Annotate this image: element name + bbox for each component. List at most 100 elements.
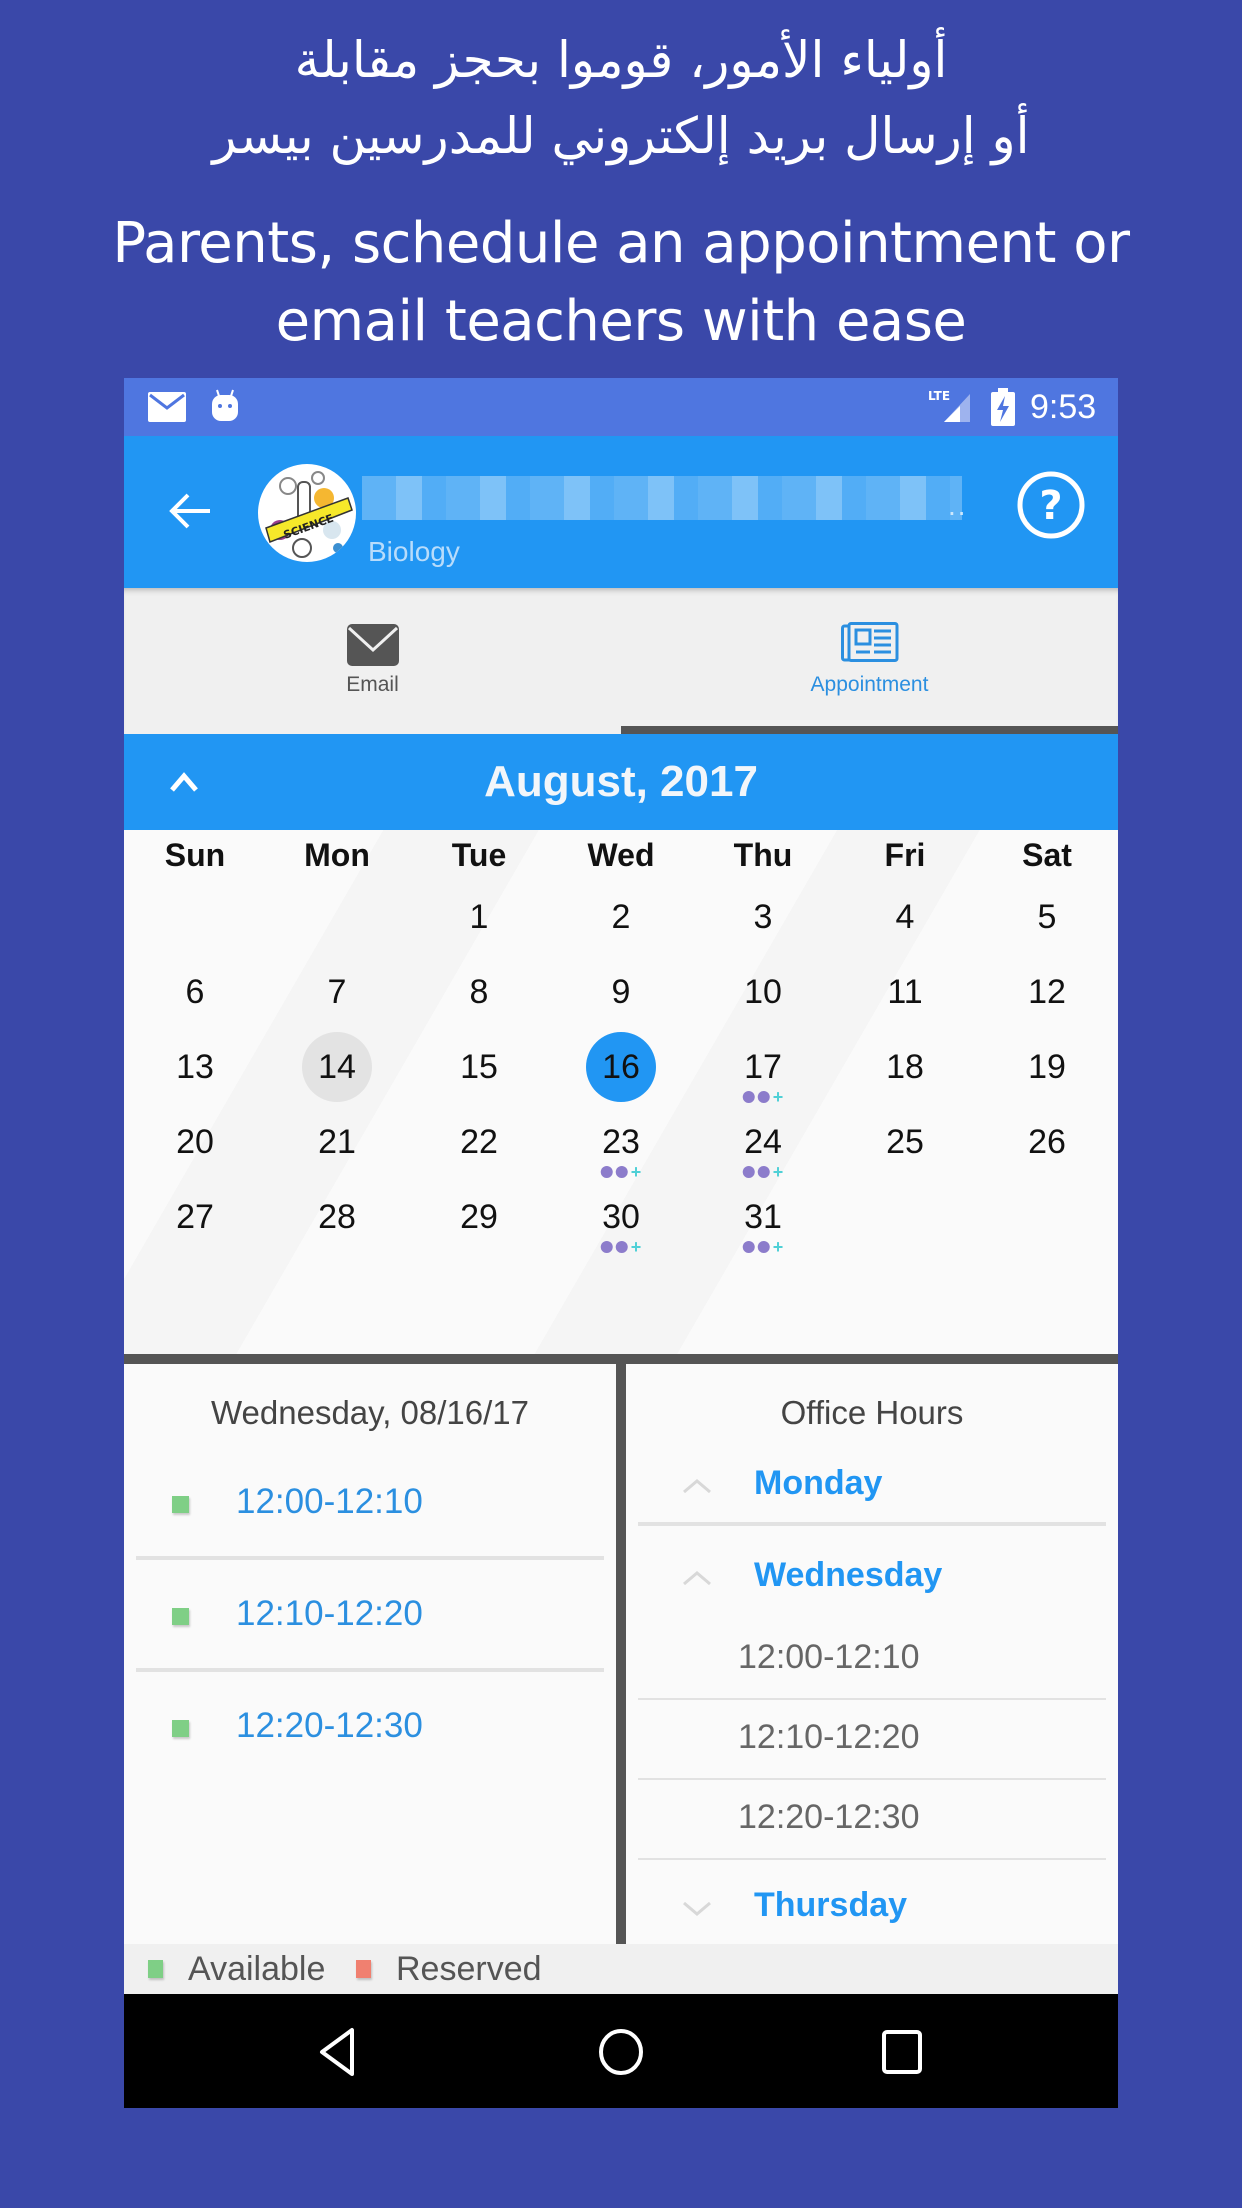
teacher-subject: Biology [368, 536, 460, 567]
available-legend-square [148, 1960, 163, 1978]
calendar-day[interactable]: 19 [976, 1024, 1118, 1099]
calendar-day[interactable]: 4 [834, 874, 976, 949]
day-number: 5 [1037, 898, 1057, 936]
office-hours-day-thursday[interactable]: Thursday [638, 1868, 1106, 1948]
slot-dot-icon [600, 1241, 613, 1253]
back-triangle-icon[interactable] [312, 2024, 368, 2080]
mail-icon [148, 392, 186, 422]
calendar-day[interactable]: 10 [692, 949, 834, 1024]
chevron-up-icon [683, 1479, 711, 1494]
available-status-square [172, 1720, 189, 1737]
newspaper-icon [840, 622, 898, 662]
available-legend-label: Available [188, 1950, 326, 1988]
calendar-day[interactable]: 25 [834, 1099, 976, 1174]
day-number: 22 [460, 1123, 498, 1161]
envelope-icon [346, 624, 399, 666]
calendar-day[interactable]: 12 [976, 949, 1118, 1024]
calendar-day[interactable]: 29 [408, 1174, 550, 1249]
more-slots-plus-icon: + [772, 1237, 784, 1257]
promo-english-text: Parents, schedule an appointment or emai… [0, 205, 1242, 361]
android-nav-bar [124, 1994, 1118, 2108]
calendar-day[interactable]: 23 + [550, 1099, 692, 1181]
calendar-day[interactable]: 17 + [692, 1024, 834, 1106]
lte-label: LTE [928, 389, 950, 403]
calendar-day[interactable]: 24 + [692, 1099, 834, 1181]
slot-time: 12:20-12:30 [236, 1706, 423, 1745]
day-number: 3 [753, 898, 773, 936]
phone-screen: LTE 9:53 SCIENCE .. Biology ? Email Appo… [124, 378, 1118, 2130]
teacher-name-ellipsis: .. [948, 490, 968, 521]
calendar-day[interactable]: 30 + [550, 1174, 692, 1256]
promo-arabic-text: أولياء الأمور، قوموا بحجز مقابلة أو إرسا… [0, 22, 1242, 174]
calendar-day[interactable]: 22 [408, 1099, 550, 1174]
calendar-day[interactable]: 8 [408, 949, 550, 1024]
calendar-day[interactable]: 1 [408, 874, 550, 949]
office-hours-day-wednesday[interactable]: Wednesday [638, 1538, 1106, 1618]
calendar-day[interactable]: 28 [266, 1174, 408, 1249]
day-number: 27 [176, 1198, 214, 1236]
day-number: 25 [886, 1123, 924, 1161]
slot-dot-icon [742, 1241, 755, 1253]
calendar-week-row: 27 28 29 30 +31 + [124, 1174, 1118, 1256]
calendar-day[interactable]: 21 [266, 1099, 408, 1174]
tab-email-label: Email [346, 673, 399, 696]
slot-separator [638, 1858, 1106, 1860]
day-number: 28 [318, 1198, 356, 1236]
calendar-day[interactable]: 2 [550, 874, 692, 949]
weekday-header-row: Sun Mon Tue Wed Thu Fri Sat [124, 830, 1118, 880]
recents-square-icon[interactable] [874, 2024, 930, 2080]
chevron-up-icon[interactable] [168, 768, 200, 796]
calendar-day[interactable]: 5 [976, 874, 1118, 949]
calendar-day[interactable]: 11 [834, 949, 976, 1024]
teacher-avatar: SCIENCE [258, 464, 356, 562]
arrow-left-icon[interactable] [166, 486, 216, 536]
more-slots-plus-icon: + [630, 1237, 642, 1257]
calendar-day[interactable]: 31 + [692, 1174, 834, 1256]
science-logo-icon: SCIENCE [265, 471, 353, 558]
office-hours-day-monday[interactable]: Monday [638, 1446, 1106, 1526]
slot-time: 12:00-12:10 [236, 1482, 423, 1521]
calendar-day[interactable]: 9 [550, 949, 692, 1024]
weekday-wed: Wed [587, 837, 655, 873]
weekday-mon: Mon [304, 837, 370, 873]
calendar-day[interactable]: 16 [550, 1024, 692, 1102]
calendar-day[interactable]: 26 [976, 1099, 1118, 1174]
chevron-down-icon [683, 1901, 711, 1916]
selected-day-number: 16 [586, 1032, 656, 1102]
today-day-number: 14 [302, 1032, 372, 1102]
available-status-square [172, 1496, 189, 1513]
available-status-square [172, 1608, 189, 1625]
slot-row[interactable]: 12:00-12:10 [136, 1448, 604, 1560]
reserved-legend-square [356, 1960, 371, 1978]
android-icon [212, 389, 238, 421]
help-circle-icon[interactable]: ? [1016, 470, 1086, 540]
calendar-day[interactable]: 3 [692, 874, 834, 949]
tab-email[interactable]: Email [124, 588, 621, 734]
day-number: 2 [611, 898, 631, 936]
calendar-day[interactable]: 20 [124, 1099, 266, 1174]
day-separator [638, 1522, 1106, 1526]
selected-date-title: Wednesday, 08/16/17 [210, 1394, 529, 1431]
office-hours-slot-time: 12:00-12:10 [738, 1638, 920, 1676]
home-circle-icon[interactable] [593, 2024, 649, 2080]
slot-row[interactable]: 12:20-12:30 [136, 1672, 604, 1784]
calendar-day[interactable]: 13 [124, 1024, 266, 1099]
calendar-day[interactable]: 7 [266, 949, 408, 1024]
selected-day-slots-panel: Wednesday, 08/16/17 12:00-12:10 12:10-12… [124, 1364, 616, 1944]
calendar-day[interactable]: 6 [124, 949, 266, 1024]
calendar-day[interactable]: 18 [834, 1024, 976, 1099]
day-number: 20 [176, 1123, 214, 1161]
tab-appointment[interactable]: Appointment [621, 588, 1118, 734]
calendar-day[interactable]: 14 [266, 1024, 408, 1102]
bottom-background-strip [124, 2108, 1118, 2130]
day-number: 12 [1028, 973, 1066, 1011]
calendar-week-row: 13 14 15 16 17 + 18 19 [124, 1024, 1118, 1106]
month-header: August, 2017 [124, 734, 1118, 830]
status-time: 9:53 [1030, 388, 1097, 426]
slot-dot-icon [615, 1241, 628, 1253]
calendar-day[interactable]: 27 [124, 1174, 266, 1249]
slot-row[interactable]: 12:10-12:20 [136, 1560, 604, 1672]
calendar-day[interactable]: 15 [408, 1024, 550, 1099]
office-hours-slot-time: 12:20-12:30 [738, 1798, 920, 1836]
day-number: 6 [185, 973, 205, 1011]
